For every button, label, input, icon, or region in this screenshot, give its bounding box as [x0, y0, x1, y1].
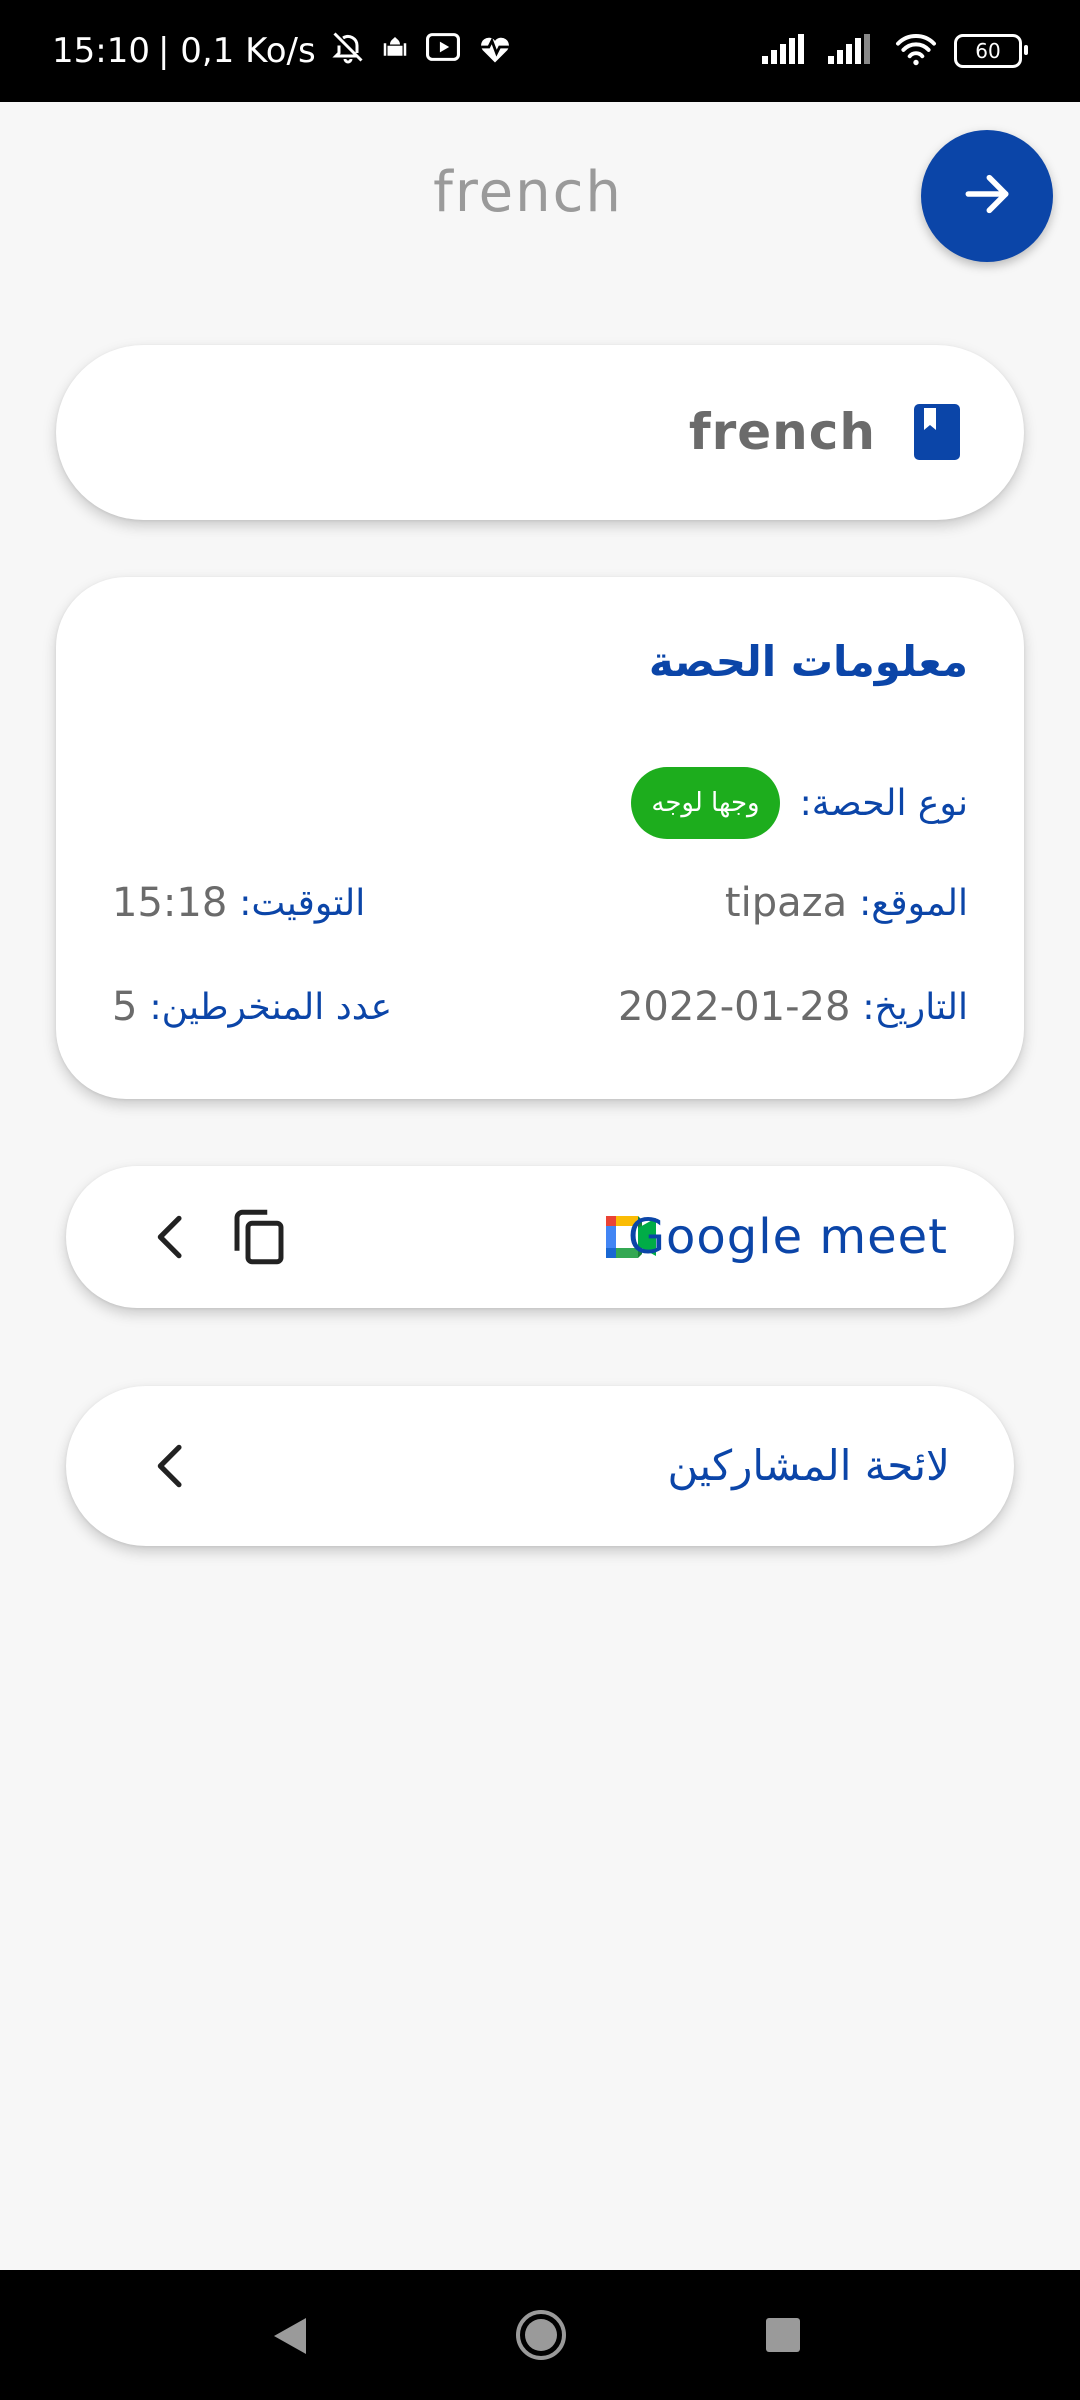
copy-icon[interactable]	[226, 1202, 292, 1276]
session-info-card: معلومات الحصة نوع الحصة: وجها لوجه الموق…	[56, 577, 1024, 1099]
signal-icon	[828, 34, 878, 68]
bookmark-book-icon	[914, 404, 960, 464]
time-value: 15:18	[112, 880, 228, 926]
battery-level: 60	[975, 39, 1001, 63]
chevron-left-icon[interactable]	[144, 1208, 200, 1270]
youtube-icon	[424, 30, 462, 73]
wifi-icon	[894, 31, 938, 71]
status-time: 15:10	[52, 31, 150, 71]
session-type-label: نوع الحصة:	[799, 782, 968, 824]
arrow-right-icon	[959, 166, 1015, 226]
subject-name: french	[688, 403, 876, 461]
subject-card: french	[56, 345, 1024, 520]
nav-back-icon[interactable]	[270, 2314, 310, 2362]
session-info-title: معلومات الحصة	[648, 637, 968, 686]
signal-icon	[762, 34, 812, 68]
mosque-icon	[380, 31, 410, 71]
date-row: التاريخ: 2022-01-28	[618, 977, 968, 1037]
location-row: الموقع: tipaza	[725, 873, 968, 933]
session-type-badge: وجها لوجه	[631, 767, 780, 839]
status-left: 15:10 | 0,1 Ko/s	[52, 0, 514, 102]
location-value: tipaza	[724, 880, 848, 926]
battery-icon: 60	[954, 34, 1028, 68]
enrolled-count-row: عدد المنخرطين: 5	[112, 977, 392, 1037]
page-title: french	[433, 160, 623, 225]
participants-list-label: لائحة المشاركين	[667, 1441, 950, 1490]
time-label: التوقيت:	[239, 882, 366, 924]
navigation-bar	[0, 2270, 1080, 2400]
date-value: 2022-01-28	[617, 984, 851, 1030]
nav-recent-icon[interactable]	[766, 2318, 800, 2356]
participants-list-card[interactable]: لائحة المشاركين	[66, 1386, 1014, 1546]
google-meet-card[interactable]: Google meet	[66, 1166, 1014, 1308]
heart-rate-icon	[476, 30, 514, 73]
enrolled-count-value: 5	[112, 984, 138, 1030]
nav-home-icon[interactable]	[514, 2308, 568, 2366]
bell-off-icon	[330, 29, 366, 74]
location-label: الموقع:	[859, 882, 968, 924]
status-right: 60	[762, 0, 1028, 102]
google-meet-label: Google meet	[627, 1209, 948, 1265]
session-type-row: نوع الحصة: وجها لوجه	[631, 767, 968, 839]
date-label: التاريخ:	[862, 986, 968, 1028]
time-row: التوقيت: 15:18	[112, 873, 365, 933]
next-button[interactable]	[921, 130, 1053, 262]
status-bar: 15:10 | 0,1 Ko/s 60	[0, 0, 1080, 102]
chevron-left-icon[interactable]	[144, 1436, 200, 1500]
status-speed: | 0,1 Ko/s	[157, 31, 316, 71]
enrolled-count-label: عدد المنخرطين:	[149, 986, 393, 1028]
